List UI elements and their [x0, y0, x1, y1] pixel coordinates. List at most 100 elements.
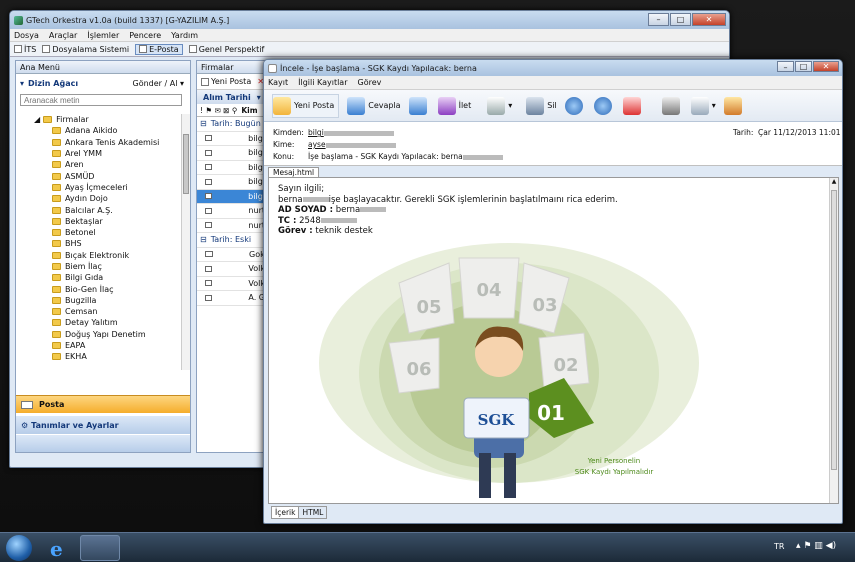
tree-root[interactable]: ◢ Firmalar [20, 114, 182, 125]
menu-araclar[interactable]: Araçlar [49, 31, 77, 40]
mail-row[interactable]: bilgi [197, 189, 265, 204]
tree-item[interactable]: Arel YMM [20, 148, 182, 159]
perspective-genel[interactable]: Genel Perspektif [188, 45, 264, 54]
chevron-down-icon[interactable]: ▾ [257, 93, 261, 102]
tree-item[interactable]: Aydın Dojo [20, 193, 182, 204]
menu-islemler[interactable]: İşlemler [87, 31, 119, 40]
new-mail-button[interactable]: Yeni Posta [272, 93, 340, 118]
tray-icons[interactable]: ▴ ⚑ ▥ ◀) [796, 541, 836, 551]
menu-yardim[interactable]: Yardım [171, 31, 198, 40]
minimize-button[interactable]: – [777, 61, 794, 72]
tree-item[interactable]: Bio-Gen İlaç [20, 283, 182, 294]
tree-item[interactable]: Doğuş Yapı Denetim [20, 329, 182, 340]
folder-icon [52, 127, 61, 135]
maximize-button[interactable]: □ [670, 13, 691, 26]
tree-item[interactable]: BHS [20, 238, 182, 249]
save-button[interactable]: ▾ [487, 94, 512, 118]
search-input[interactable] [20, 94, 182, 106]
tree-item[interactable]: Cemsan [20, 306, 182, 317]
maximize-button[interactable]: □ [795, 61, 812, 72]
start-button[interactable] [6, 535, 32, 561]
perspective-eposta[interactable]: E-Posta [135, 43, 183, 55]
reply-all-button[interactable] [408, 94, 430, 118]
tree-item[interactable]: Ankara Tenis Akademisi [20, 137, 182, 148]
mail-row[interactable]: Volk [197, 262, 265, 277]
mail-row[interactable]: bilgi [197, 132, 265, 146]
menu-kayit[interactable]: Kayıt [268, 78, 288, 87]
step-02: 02 [553, 355, 578, 376]
menu-pencere[interactable]: Pencere [129, 31, 161, 40]
send-receive-button[interactable]: Gönder / Al ▾ [133, 79, 185, 88]
envelope-icon [205, 207, 213, 214]
tree-item[interactable]: Betonel [20, 227, 182, 238]
menu-gorev[interactable]: Görev [358, 78, 382, 87]
folder-icon [52, 161, 61, 169]
column-icons: ! ⚑ ✉ ⊠ ⚲ [200, 105, 238, 115]
forward-button[interactable]: İlet [437, 94, 471, 118]
app-taskbar-button[interactable] [80, 535, 120, 561]
tree-item[interactable]: Bıçak Elektronik [20, 250, 182, 261]
main-titlebar[interactable]: GTech Orkestra v1.0a (build 1337) [G-YAZ… [10, 11, 729, 29]
mail-row[interactable]: nurt [197, 204, 265, 219]
menu-ilgili[interactable]: İlgili Kayıtlar [298, 78, 347, 87]
close-button[interactable]: ✕ [813, 61, 839, 72]
sort-field[interactable]: Alım Tarihi [203, 93, 251, 102]
inspect-titlebar[interactable]: İncele - İşe başlama - SGK Kaydı Yapılac… [264, 60, 842, 76]
tree-item[interactable]: EAPA [20, 340, 182, 351]
mail-row[interactable]: bilgi [197, 161, 265, 175]
collapse-icon[interactable]: ▾ [20, 79, 24, 88]
forward-icon [437, 96, 456, 115]
ie-icon[interactable]: e [50, 537, 74, 561]
body-scrollbar[interactable]: ▲ [829, 178, 838, 503]
column-kim[interactable]: Kim [241, 106, 257, 115]
calendar-button[interactable]: ▾ [690, 94, 716, 118]
mail-row[interactable]: Volk [197, 277, 265, 291]
edit-icon [723, 96, 742, 115]
tree-item[interactable]: ASMÜD [20, 170, 182, 181]
menu-dosya[interactable]: Dosya [14, 31, 39, 40]
perspective-dosyalama[interactable]: Dosyalama Sistemi [42, 45, 129, 54]
group-old[interactable]: ⊟ Tarih: Eski [197, 233, 265, 248]
scroll-thumb[interactable] [831, 190, 837, 470]
mail-row[interactable]: bilgi [197, 146, 265, 161]
next-button[interactable] [593, 94, 615, 118]
tree-item[interactable]: Bugzilla [20, 295, 182, 306]
folder-icon [52, 342, 61, 350]
edit-button[interactable] [723, 94, 745, 118]
mail-list-panel: Firmalar Yeni Posta ✕ Alım Tarihi ▾ ! ⚑ ✉… [196, 60, 266, 453]
mail-row[interactable]: bilgi [197, 175, 265, 190]
tree-scrollbar[interactable] [181, 114, 190, 370]
tree-item[interactable]: Detay Yalıtım [20, 317, 182, 328]
tree-item[interactable]: Bektaşlar [20, 216, 182, 227]
tree-item[interactable]: Bilgi Gıda [20, 272, 182, 283]
mail-row[interactable]: A. G [197, 291, 265, 306]
mail-row[interactable]: nurt [197, 219, 265, 233]
reply-button[interactable]: Cevapla [347, 94, 401, 118]
tree-item[interactable]: Balcılar A.Ş. [20, 204, 182, 215]
perspective-its[interactable]: İTS [14, 45, 36, 54]
language-indicator[interactable]: TR [774, 542, 784, 551]
mark-done-button[interactable] [622, 94, 644, 118]
scroll-up-icon[interactable]: ▲ [830, 178, 838, 185]
tab-icerik[interactable]: İçerik [271, 506, 300, 519]
tree-item[interactable]: Adana Aikido [20, 125, 182, 136]
delete-button[interactable]: Sil [526, 94, 557, 118]
nav-settings[interactable]: ⚙ Tanımlar ve Ayarlar [16, 416, 190, 434]
tree-item[interactable]: EKHA [20, 351, 182, 361]
tree-item[interactable]: Ayaş İçmeceleri [20, 182, 182, 193]
nav-posta[interactable]: Posta [16, 395, 190, 413]
close-button[interactable]: ✕ [692, 13, 726, 26]
group-today[interactable]: ⊟ Tarih: Bugün [197, 117, 265, 132]
scroll-thumb[interactable] [183, 134, 189, 194]
tree-item[interactable]: Biem İlaç [20, 261, 182, 272]
expand-icon[interactable]: ◢ [34, 115, 40, 124]
arrow-up-icon [564, 96, 583, 115]
mail-row[interactable]: Gok [197, 248, 265, 262]
tree-item[interactable]: Aren [20, 159, 182, 170]
new-mail-button[interactable]: Yeni Posta [211, 77, 251, 86]
minimize-button[interactable]: – [648, 13, 669, 26]
prev-button[interactable] [564, 94, 586, 118]
folder-icon [52, 296, 61, 304]
print-button[interactable] [661, 94, 683, 118]
tab-html[interactable]: HTML [299, 506, 328, 519]
